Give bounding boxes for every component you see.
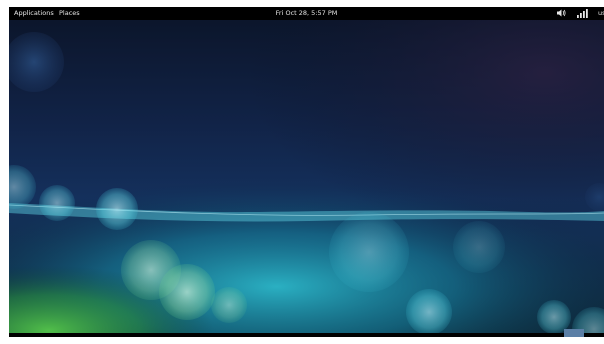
bottom-panel (9, 333, 604, 337)
desktop-wallpaper (9, 7, 604, 337)
user-menu[interactable]: us (598, 7, 604, 20)
clock[interactable]: Fri Oct 28, 5:57 PM (9, 7, 604, 20)
message-tray-button[interactable] (564, 329, 584, 337)
top-panel: Applications Places Fri Oct 28, 5:57 PM … (9, 7, 604, 20)
desktop-screen: Applications Places Fri Oct 28, 5:57 PM … (9, 7, 604, 337)
signal-bars-icon[interactable] (577, 9, 588, 23)
speaker-icon[interactable] (557, 9, 566, 22)
